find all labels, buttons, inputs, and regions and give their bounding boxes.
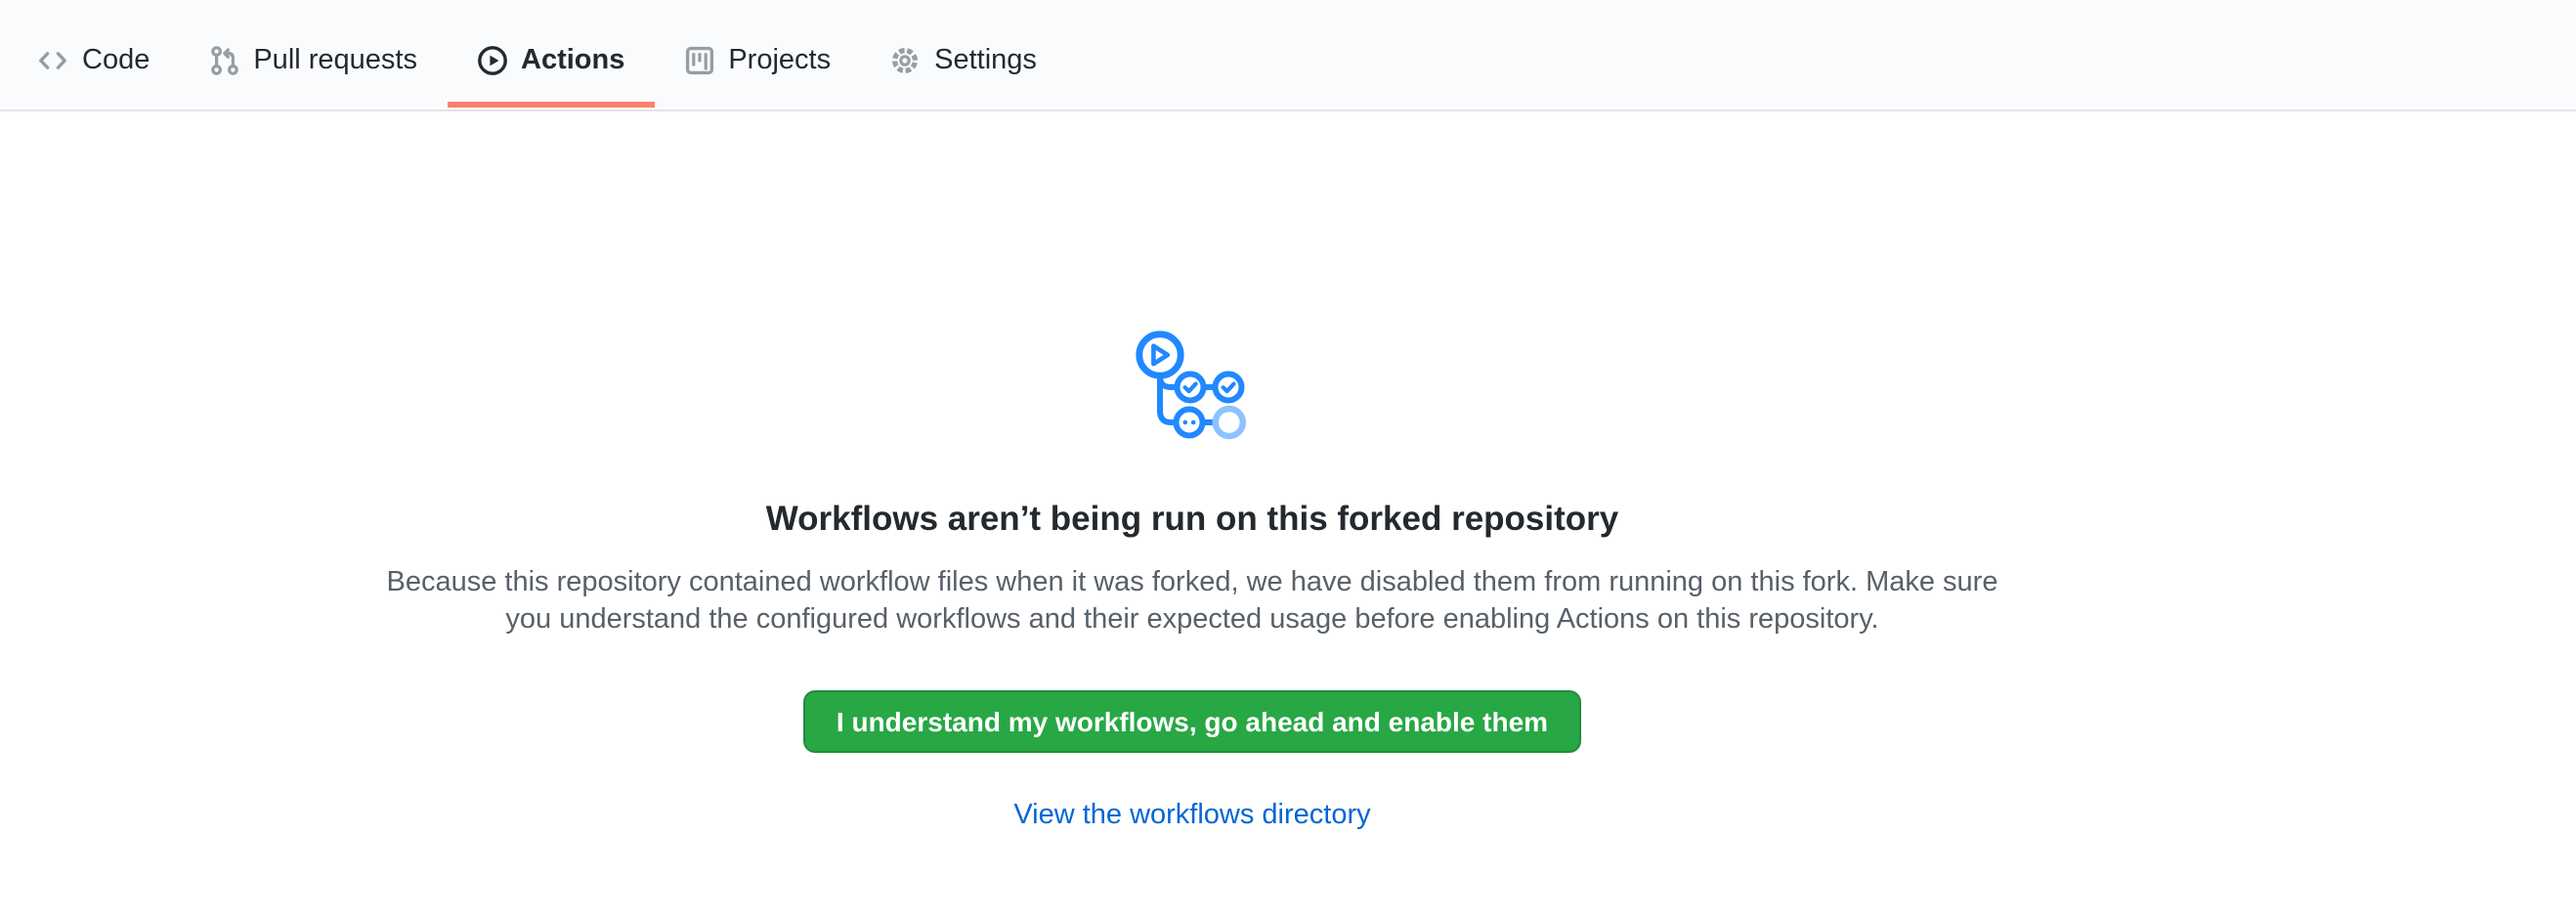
tab-projects-label: Projects (728, 45, 831, 76)
gear-icon (889, 45, 921, 76)
tab-actions[interactable]: Actions (447, 12, 654, 110)
tab-projects[interactable]: Projects (654, 12, 860, 110)
tab-settings-label: Settings (934, 45, 1037, 76)
tab-code-label: Code (82, 45, 150, 76)
enable-workflows-button[interactable]: I understand my workflows, go ahead and … (803, 690, 1581, 753)
code-icon (37, 45, 68, 76)
page-title: Workflows aren’t being run on this forke… (766, 493, 1619, 544)
github-actions-disabled-page: Code Pull requests (0, 0, 2576, 923)
view-workflows-directory-link[interactable]: View the workflows directory (1013, 800, 1370, 831)
project-icon (683, 45, 714, 76)
tab-settings[interactable]: Settings (860, 12, 1066, 110)
workflow-graph-icon (1128, 329, 1257, 452)
tab-pull-requests[interactable]: Pull requests (179, 12, 447, 110)
blankslate-description: Because this repository contained workfl… (371, 565, 2013, 639)
pull-request-icon (208, 45, 239, 76)
actions-disabled-blankslate: Workflows aren’t being run on this forke… (0, 111, 2384, 831)
tab-pull-requests-label: Pull requests (253, 45, 417, 76)
play-circle-icon (476, 45, 507, 76)
repo-tab-bar: Code Pull requests (0, 0, 2576, 111)
tab-code[interactable]: Code (8, 12, 179, 110)
tab-actions-label: Actions (521, 45, 624, 76)
